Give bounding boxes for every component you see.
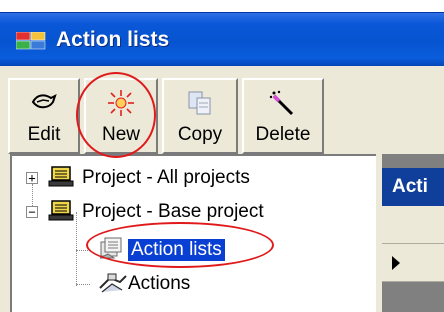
action-list-grid: Acti bbox=[382, 154, 444, 312]
window-title: Action lists bbox=[56, 28, 170, 51]
tree-node-all-projects[interactable]: + Project - All projects bbox=[26, 164, 366, 192]
edit-icon bbox=[29, 88, 59, 118]
project-icon bbox=[48, 164, 76, 193]
delete-icon bbox=[268, 88, 298, 118]
tree-node-actions[interactable]: Actions bbox=[92, 270, 292, 298]
edit-button-label: Edit bbox=[27, 124, 61, 145]
project-icon bbox=[48, 198, 76, 227]
tree-node-label: Project - All projects bbox=[82, 167, 250, 188]
tree-node-label: Action lists bbox=[128, 239, 225, 261]
edit-button[interactable]: Edit bbox=[8, 78, 80, 154]
action-lists-window: Action lists Edit New Copy Delete + Proj… bbox=[0, 12, 444, 312]
new-button-label: New bbox=[101, 124, 140, 145]
desktop-background bbox=[0, 0, 444, 12]
delete-button-label: Delete bbox=[255, 124, 311, 145]
project-tree[interactable]: + Project - All projects − Project - Bas… bbox=[10, 154, 376, 312]
tree-node-action-lists[interactable]: Action lists bbox=[92, 236, 292, 264]
tree-connector bbox=[76, 284, 90, 285]
tree-connector bbox=[76, 250, 90, 251]
grid-header-row bbox=[382, 206, 444, 244]
tree-node-label: Actions bbox=[128, 273, 191, 294]
copy-icon bbox=[185, 88, 215, 118]
tree-node-base-project[interactable]: − Project - Base project bbox=[26, 198, 366, 226]
copy-button[interactable]: Copy bbox=[162, 78, 238, 154]
copy-button-label: Copy bbox=[177, 124, 223, 145]
new-icon bbox=[106, 88, 136, 118]
app-window-icon bbox=[15, 31, 46, 50]
action-lists-icon bbox=[98, 236, 126, 267]
title-bar[interactable]: Action lists bbox=[0, 12, 444, 66]
expand-icon[interactable]: + bbox=[26, 172, 38, 184]
collapse-icon[interactable]: − bbox=[26, 206, 38, 218]
grid-column-header[interactable]: Acti bbox=[382, 168, 444, 206]
delete-button[interactable]: Delete bbox=[242, 78, 324, 154]
row-pointer-icon bbox=[392, 256, 400, 270]
actions-icon bbox=[98, 270, 128, 301]
new-button[interactable]: New bbox=[84, 78, 158, 154]
grid-row[interactable] bbox=[382, 244, 444, 282]
toolbar: Edit New Copy Delete bbox=[8, 78, 444, 154]
tree-node-label: Project - Base project bbox=[82, 201, 264, 222]
